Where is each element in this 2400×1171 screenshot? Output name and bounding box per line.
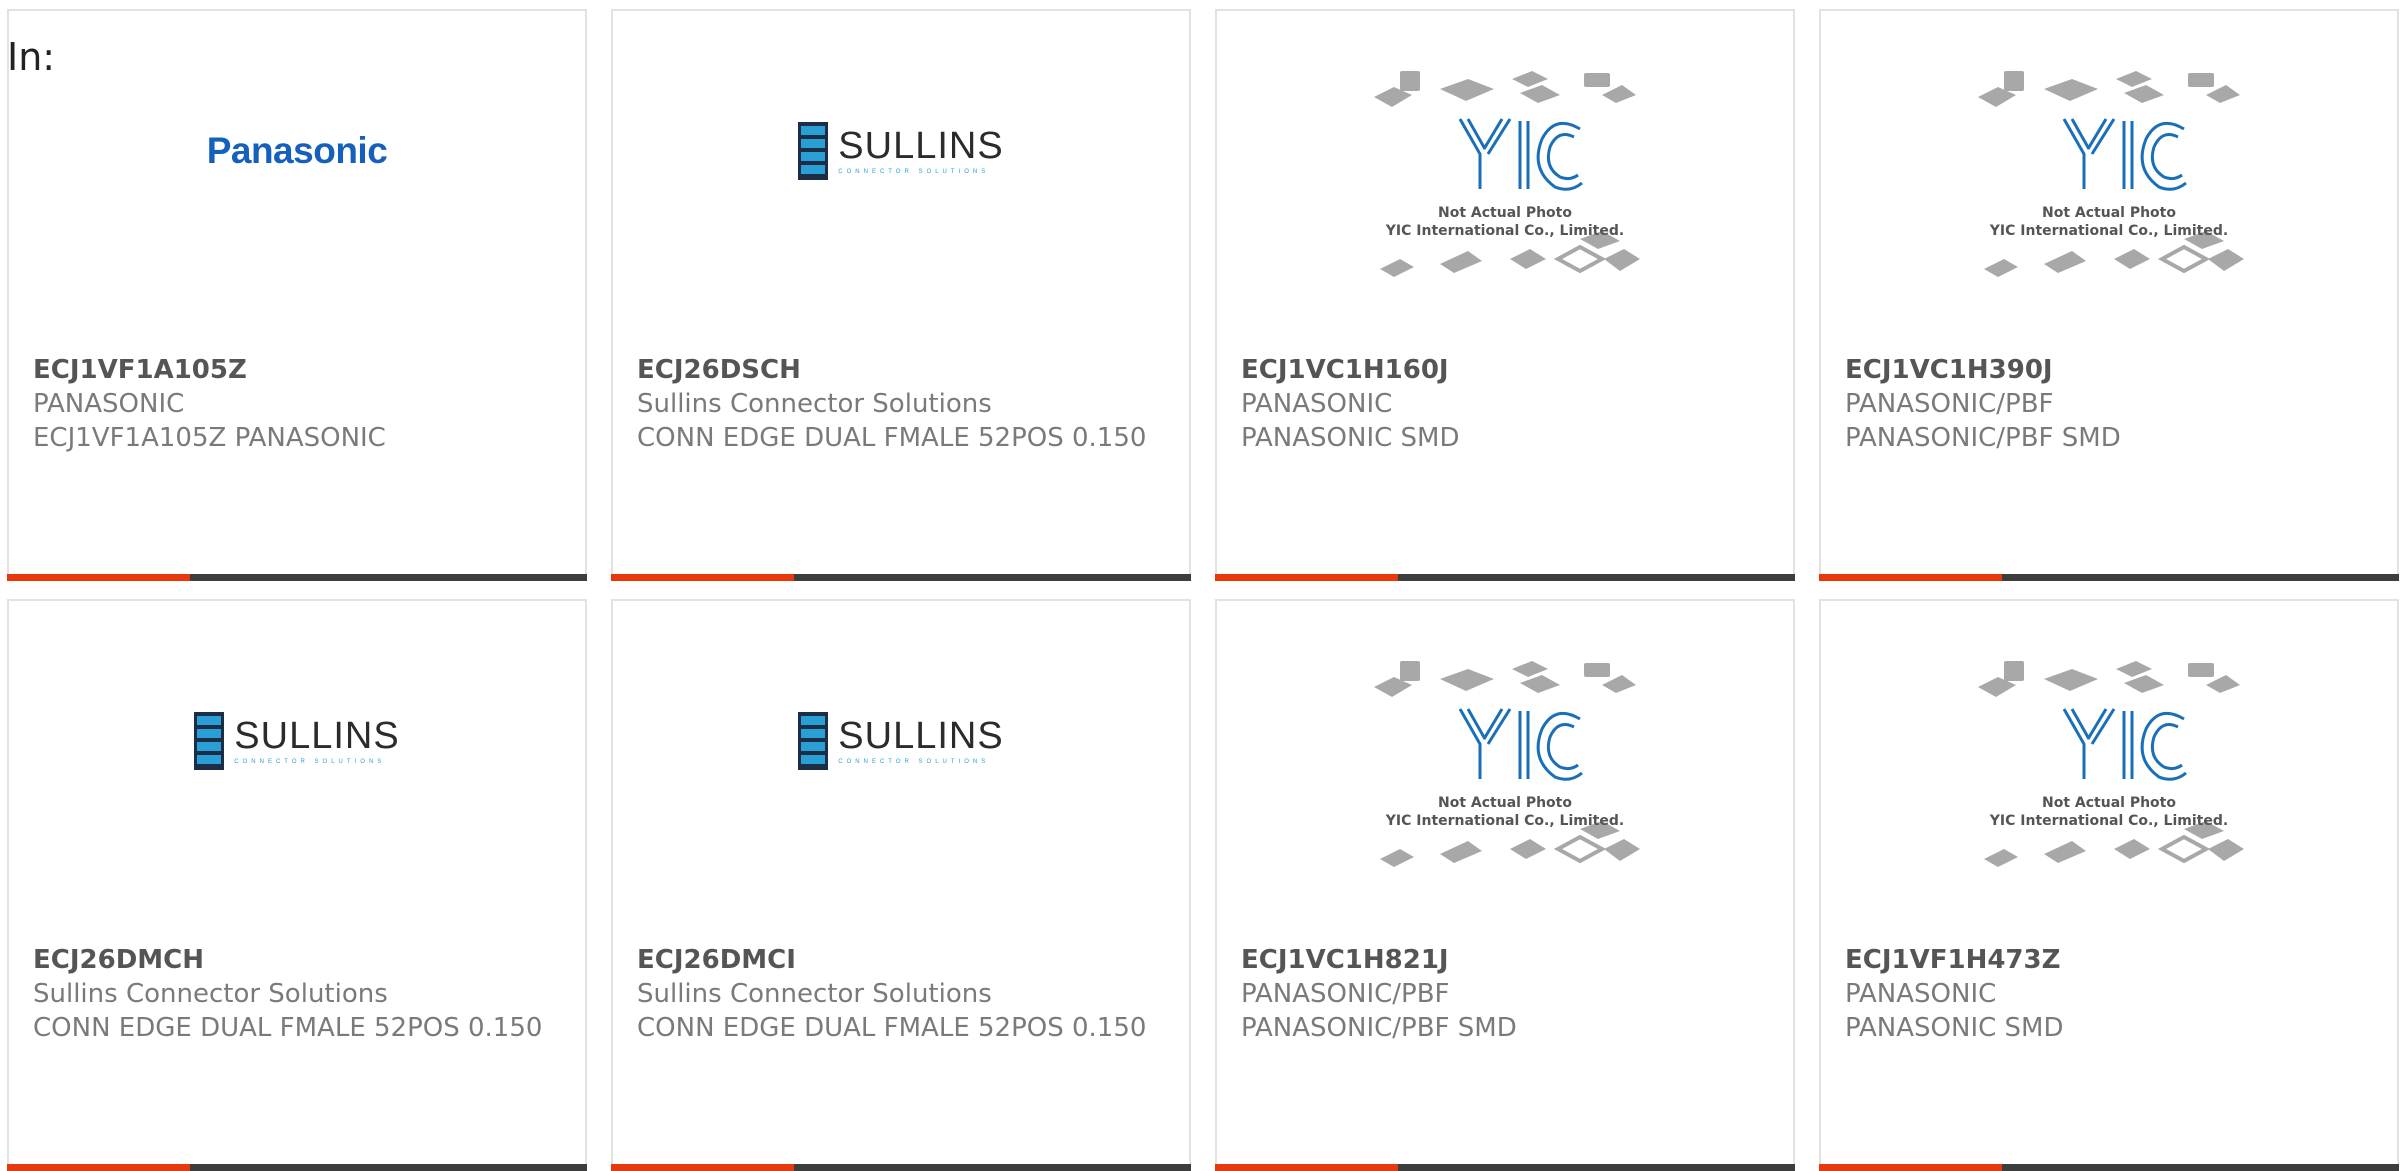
product-card[interactable]: Not Actual Photo YIC International Co., … bbox=[1215, 599, 1795, 1171]
part-number-link[interactable]: ECJ26DMCI bbox=[637, 943, 1165, 977]
yic-note-1: Not Actual Photo bbox=[2042, 795, 2176, 811]
card-footer-accent bbox=[7, 574, 190, 581]
card-footer-accent bbox=[611, 1164, 794, 1171]
sullins-logo-name: SULLINS bbox=[838, 125, 1004, 167]
product-description: CONN EDGE DUAL FMALE 52POS 0.150 bbox=[637, 423, 1147, 453]
part-number-link[interactable]: ECJ1VF1H473Z bbox=[1845, 943, 2373, 977]
card-footer-accent bbox=[1215, 1164, 1398, 1171]
product-description: CONN EDGE DUAL FMALE 52POS 0.150 bbox=[637, 1013, 1147, 1043]
product-description: PANASONIC/PBF SMD bbox=[1241, 1013, 1517, 1043]
manufacturer: Sullins Connector Solutions bbox=[33, 979, 388, 1009]
manufacturer: PANASONIC/PBF bbox=[1241, 979, 1450, 1009]
panasonic-logo: Panasonic bbox=[206, 130, 388, 171]
product-description: CONN EDGE DUAL FMALE 52POS 0.150 bbox=[33, 1013, 543, 1043]
product-description: PANASONIC/PBF SMD bbox=[1845, 423, 2121, 453]
card-footer-accent bbox=[1215, 574, 1398, 581]
card-footer-bar bbox=[611, 574, 1191, 581]
card-footer-bar bbox=[1215, 1164, 1795, 1171]
product-image[interactable]: Not Actual Photo YIC International Co., … bbox=[1217, 661, 1793, 941]
product-info: ECJ1VC1H160J PANASONIC PANASONIC SMD bbox=[1241, 353, 1769, 455]
manufacturer: PANASONIC bbox=[33, 389, 185, 419]
manufacturer: PANASONIC/PBF bbox=[1845, 389, 2054, 419]
manufacturer: PANASONIC bbox=[1845, 979, 1997, 1009]
sullins-logo-name: SULLINS bbox=[234, 715, 400, 757]
product-grid: Panasonic ECJ1VF1A105Z PANASONIC ECJ1VF1… bbox=[7, 9, 2399, 1171]
product-image[interactable]: SULLINS CONNECTOR SOLUTIONS bbox=[613, 681, 1189, 941]
yic-note-2: YIC International Co., Limited. bbox=[1989, 223, 2228, 239]
product-info: ECJ26DMCH Sullins Connector Solutions CO… bbox=[33, 943, 561, 1045]
product-image[interactable]: Not Actual Photo YIC International Co., … bbox=[1217, 71, 1793, 351]
product-card[interactable]: Panasonic ECJ1VF1A105Z PANASONIC ECJ1VF1… bbox=[7, 9, 587, 581]
part-number-link[interactable]: ECJ1VC1H390J bbox=[1845, 353, 2373, 387]
yic-placeholder-image: Not Actual Photo YIC International Co., … bbox=[1974, 59, 2244, 303]
card-footer-accent bbox=[7, 1164, 190, 1171]
yic-note-1: Not Actual Photo bbox=[1438, 205, 1572, 221]
product-card[interactable]: Not Actual Photo YIC International Co., … bbox=[1819, 9, 2399, 581]
sullins-logo-tagline: CONNECTOR SOLUTIONS bbox=[234, 759, 386, 765]
part-number-link[interactable]: ECJ26DMCH bbox=[33, 943, 561, 977]
card-footer-bar bbox=[611, 1164, 1191, 1171]
yic-placeholder-image: Not Actual Photo YIC International Co., … bbox=[1370, 59, 1640, 303]
manufacturer: PANASONIC bbox=[1241, 389, 1393, 419]
part-number-link[interactable]: ECJ1VC1H160J bbox=[1241, 353, 1769, 387]
card-footer-bar bbox=[7, 1164, 587, 1171]
product-card[interactable]: SULLINS CONNECTOR SOLUTIONS ECJ26DMCH Su… bbox=[7, 599, 587, 1171]
product-image[interactable]: SULLINS CONNECTOR SOLUTIONS bbox=[9, 681, 585, 941]
product-card[interactable]: Not Actual Photo YIC International Co., … bbox=[1215, 9, 1795, 581]
sullins-logo: SULLINS CONNECTOR SOLUTIONS bbox=[798, 122, 1003, 180]
card-footer-bar bbox=[1819, 1164, 2399, 1171]
sullins-logo-tagline: CONNECTOR SOLUTIONS bbox=[838, 759, 990, 765]
card-footer-bar bbox=[1215, 574, 1795, 581]
product-description: PANASONIC SMD bbox=[1845, 1013, 2064, 1043]
sullins-stack-icon bbox=[798, 712, 829, 770]
yic-note-2: YIC International Co., Limited. bbox=[1989, 813, 2228, 829]
product-info: ECJ26DMCI Sullins Connector Solutions CO… bbox=[637, 943, 1165, 1045]
product-card[interactable]: SULLINS CONNECTOR SOLUTIONS ECJ26DMCI Su… bbox=[611, 599, 1191, 1171]
manufacturer: Sullins Connector Solutions bbox=[637, 979, 992, 1009]
product-info: ECJ26DSCH Sullins Connector Solutions CO… bbox=[637, 353, 1165, 455]
sullins-logo-tagline: CONNECTOR SOLUTIONS bbox=[838, 169, 990, 175]
yic-placeholder-image: Not Actual Photo YIC International Co., … bbox=[1370, 649, 1640, 893]
yic-note-2: YIC International Co., Limited. bbox=[1385, 223, 1624, 239]
card-footer-accent bbox=[1819, 574, 2002, 581]
yic-note-1: Not Actual Photo bbox=[2042, 205, 2176, 221]
product-image[interactable]: Panasonic bbox=[9, 91, 585, 351]
product-info: ECJ1VF1H473Z PANASONIC PANASONIC SMD bbox=[1845, 943, 2373, 1045]
product-card[interactable]: SULLINS CONNECTOR SOLUTIONS ECJ26DSCH Su… bbox=[611, 9, 1191, 581]
sullins-stack-icon bbox=[194, 712, 225, 770]
product-description: PANASONIC SMD bbox=[1241, 423, 1460, 453]
yic-placeholder-image: Not Actual Photo YIC International Co., … bbox=[1974, 649, 2244, 893]
card-footer-bar bbox=[1819, 574, 2399, 581]
yic-note-2: YIC International Co., Limited. bbox=[1385, 813, 1624, 829]
yic-note-1: Not Actual Photo bbox=[1438, 795, 1572, 811]
sullins-logo-name: SULLINS bbox=[838, 715, 1004, 757]
card-footer-accent bbox=[611, 574, 794, 581]
product-card[interactable]: Not Actual Photo YIC International Co., … bbox=[1819, 599, 2399, 1171]
card-footer-bar bbox=[7, 574, 587, 581]
manufacturer: Sullins Connector Solutions bbox=[637, 389, 992, 419]
part-number-link[interactable]: ECJ26DSCH bbox=[637, 353, 1165, 387]
card-footer-accent bbox=[1819, 1164, 2002, 1171]
sullins-stack-icon bbox=[798, 122, 829, 180]
part-number-link[interactable]: ECJ1VC1H821J bbox=[1241, 943, 1769, 977]
product-image[interactable]: Not Actual Photo YIC International Co., … bbox=[1821, 71, 2397, 351]
product-info: ECJ1VF1A105Z PANASONIC ECJ1VF1A105Z PANA… bbox=[33, 353, 561, 455]
product-info: ECJ1VC1H390J PANASONIC/PBF PANASONIC/PBF… bbox=[1845, 353, 2373, 455]
sullins-logo: SULLINS CONNECTOR SOLUTIONS bbox=[798, 712, 1003, 770]
product-info: ECJ1VC1H821J PANASONIC/PBF PANASONIC/PBF… bbox=[1241, 943, 1769, 1045]
product-image[interactable]: SULLINS CONNECTOR SOLUTIONS bbox=[613, 91, 1189, 351]
page-heading: In: bbox=[7, 35, 56, 79]
product-image[interactable]: Not Actual Photo YIC International Co., … bbox=[1821, 661, 2397, 941]
product-description: ECJ1VF1A105Z PANASONIC bbox=[33, 423, 386, 453]
sullins-logo: SULLINS CONNECTOR SOLUTIONS bbox=[194, 712, 399, 770]
part-number-link[interactable]: ECJ1VF1A105Z bbox=[33, 353, 561, 387]
